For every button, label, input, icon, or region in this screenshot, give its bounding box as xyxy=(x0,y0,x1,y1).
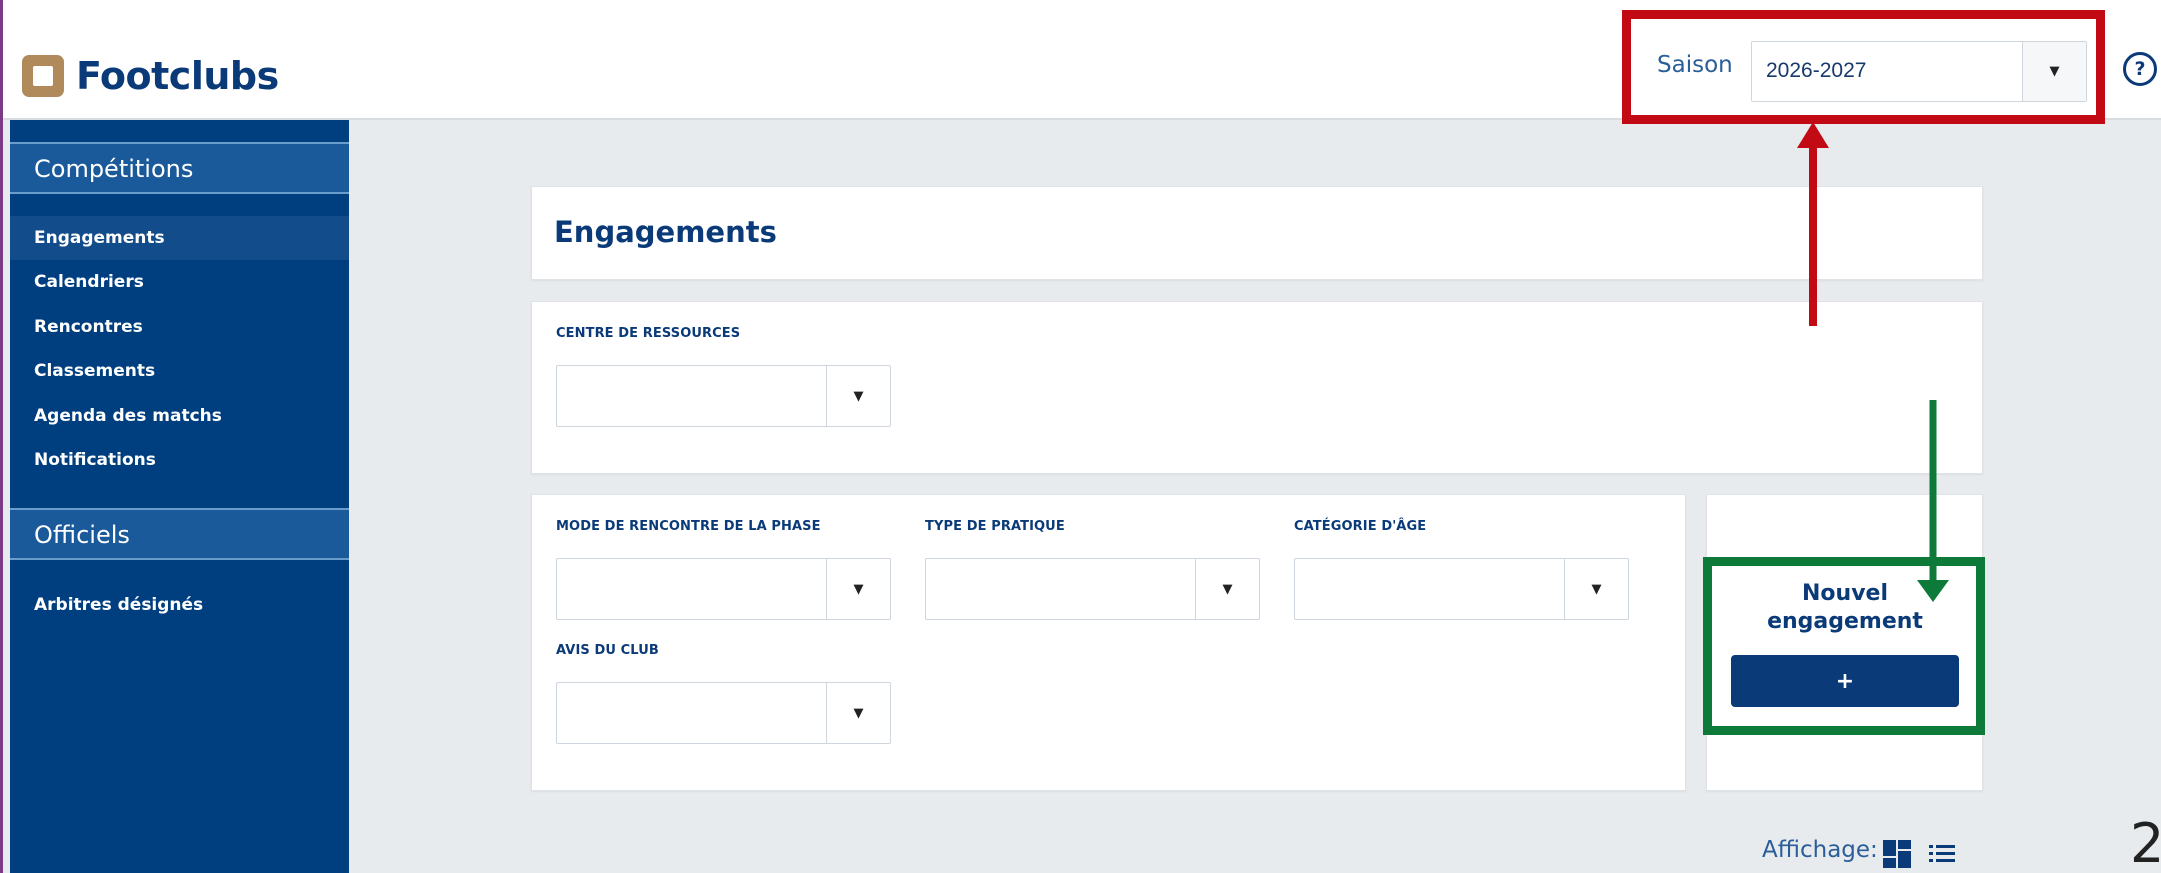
list-view-dot-3 xyxy=(1929,859,1933,862)
sidebar-section-title: Officiels xyxy=(34,521,130,549)
grid-view-block-1 xyxy=(1883,840,1896,856)
list-view-line-2 xyxy=(1936,852,1955,855)
red-arrow-head xyxy=(1797,122,1829,148)
centre-panel: CENTRE DE RESSOURCES ▼ xyxy=(531,301,1983,474)
sidebar-section-title: Compétitions xyxy=(34,155,194,183)
title-panel: Engagements xyxy=(531,186,1983,280)
season-highlight-box xyxy=(1622,10,2105,124)
grid-view-icon[interactable] xyxy=(1882,839,1912,869)
logo-icon xyxy=(22,55,64,97)
grid-view-block-3 xyxy=(1883,858,1896,868)
page-number: 2 xyxy=(2130,812,2161,873)
avis-select[interactable]: ▼ xyxy=(556,682,891,744)
chevron-down-icon: ▼ xyxy=(1195,559,1259,619)
left-edge-divider xyxy=(0,0,3,873)
affichage-label: Affichage: xyxy=(1762,837,1878,863)
sidebar-section-officiels: Officiels xyxy=(10,508,349,560)
sidebar-item-calendriers[interactable]: Calendriers xyxy=(10,260,349,304)
list-view-line-3 xyxy=(1936,859,1955,862)
categorie-select[interactable]: ▼ xyxy=(1294,558,1629,620)
centre-label: CENTRE DE RESSOURCES xyxy=(556,326,741,341)
chevron-down-icon: ▼ xyxy=(1564,559,1628,619)
sidebar-section-competitions: Compétitions xyxy=(10,142,349,194)
page-title: Engagements xyxy=(554,215,777,249)
type-label: TYPE DE PRATIQUE xyxy=(925,519,1065,534)
categorie-label: CATÉGORIE D'ÂGE xyxy=(1294,519,1427,534)
list-view-line-1 xyxy=(1936,845,1955,848)
sidebar-item-classements[interactable]: Classements xyxy=(10,349,349,393)
app-name: Footclubs xyxy=(76,54,279,98)
list-view-icon[interactable] xyxy=(1928,842,1956,866)
grid-view-block-2 xyxy=(1898,840,1911,849)
sidebar: Compétitions Engagements Calendriers Ren… xyxy=(10,120,349,873)
sidebar-item-arbitres[interactable]: Arbitres désignés xyxy=(10,583,349,627)
help-icon[interactable]: ? xyxy=(2123,52,2157,86)
grid-view-block-4 xyxy=(1898,851,1911,868)
footclubs-logo[interactable]: Footclubs xyxy=(22,52,279,100)
chevron-down-icon: ▼ xyxy=(826,683,890,743)
sidebar-item-agenda[interactable]: Agenda des matchs xyxy=(10,394,349,438)
mode-select[interactable]: ▼ xyxy=(556,558,891,620)
nouvel-engagement-highlight-box xyxy=(1703,557,1985,735)
type-select[interactable]: ▼ xyxy=(925,558,1260,620)
chevron-down-icon: ▼ xyxy=(826,366,890,426)
list-view-dot-2 xyxy=(1929,852,1933,855)
filters-panel: MODE DE RENCONTRE DE LA PHASE ▼ TYPE DE … xyxy=(531,494,1686,791)
avis-label: AVIS DU CLUB xyxy=(556,643,659,658)
sidebar-item-rencontres[interactable]: Rencontres xyxy=(10,305,349,349)
chevron-down-icon: ▼ xyxy=(826,559,890,619)
list-view-dot-1 xyxy=(1929,845,1933,848)
sidebar-item-engagements[interactable]: Engagements xyxy=(10,216,349,260)
centre-select[interactable]: ▼ xyxy=(556,365,891,427)
mode-label: MODE DE RENCONTRE DE LA PHASE xyxy=(556,519,821,534)
sidebar-item-notifications[interactable]: Notifications xyxy=(10,438,349,482)
